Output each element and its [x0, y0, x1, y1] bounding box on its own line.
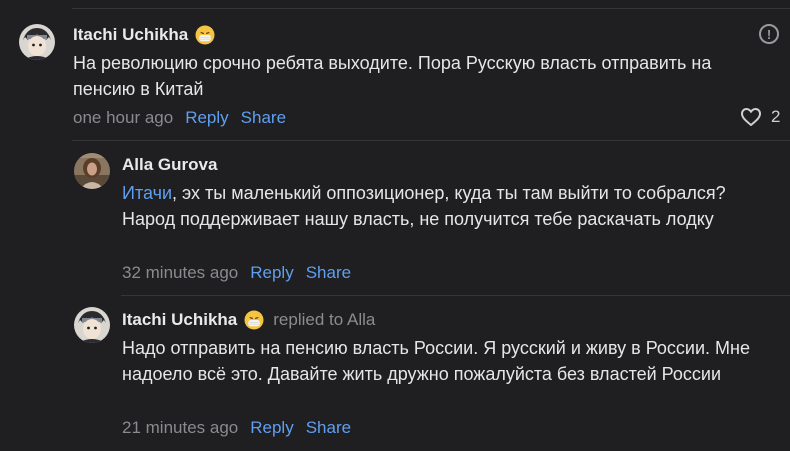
comment-meta: one hour ago Reply Share	[73, 108, 286, 128]
comment-timestamp: 21 minutes ago	[122, 418, 239, 437]
heart-icon	[741, 108, 761, 126]
anime-avatar-icon	[19, 24, 55, 60]
reply-button[interactable]: Reply	[250, 263, 293, 283]
top-divider	[72, 8, 790, 9]
comment-timestamp: 32 minutes ago	[122, 263, 239, 282]
replied-to-label[interactable]: replied to Alla	[273, 310, 375, 330]
comment-author[interactable]: Alla Gurova	[122, 155, 217, 175]
reply-button[interactable]: Reply	[250, 418, 293, 438]
mention-link[interactable]: Итачи	[122, 183, 172, 203]
comment-meta: 32 minutes ago Reply Share	[122, 263, 351, 283]
share-button[interactable]: Share	[306, 418, 351, 438]
author-avatar[interactable]	[19, 24, 55, 60]
mask-emoji-icon	[244, 310, 264, 330]
author-name[interactable]: Itachi Uchikha	[122, 310, 237, 330]
divider	[121, 295, 790, 296]
comment-body: Итачи, эх ты маленький оппозиционер, куд…	[122, 180, 752, 232]
comment-thread: Itachi Uchikha ! На революцию срочно реб…	[0, 0, 790, 451]
author-avatar[interactable]	[74, 307, 110, 343]
comment-author[interactable]: Itachi Uchikha	[73, 25, 215, 45]
comment-text: Надо отправить на пенсию власть России. …	[122, 338, 750, 384]
woman-photo-avatar	[74, 153, 110, 189]
comment-timestamp: one hour ago	[73, 108, 174, 127]
like-button[interactable]: 2	[740, 107, 780, 127]
author-name[interactable]: Alla Gurova	[122, 155, 217, 175]
author-avatar[interactable]	[74, 153, 110, 189]
comment-text: , эх ты маленький оппозиционер, куда ты …	[122, 183, 726, 229]
comment-author[interactable]: Itachi Uchikha replied to Alla	[122, 310, 375, 330]
like-count: 2	[771, 107, 781, 126]
divider	[72, 140, 790, 141]
reply-button[interactable]: Reply	[185, 108, 228, 128]
comment-meta: 21 minutes ago Reply Share	[122, 418, 351, 438]
author-name[interactable]: Itachi Uchikha	[73, 25, 188, 45]
comment-body: На революцию срочно ребята выходите. Пор…	[73, 50, 773, 102]
anime-avatar-icon	[74, 307, 110, 343]
comment-body: Надо отправить на пенсию власть России. …	[122, 335, 782, 387]
comment-text: На революцию срочно ребята выходите. Пор…	[73, 53, 712, 99]
report-icon[interactable]: !	[759, 24, 779, 44]
share-button[interactable]: Share	[241, 108, 286, 128]
mask-emoji-icon	[195, 25, 215, 45]
share-button[interactable]: Share	[306, 263, 351, 283]
